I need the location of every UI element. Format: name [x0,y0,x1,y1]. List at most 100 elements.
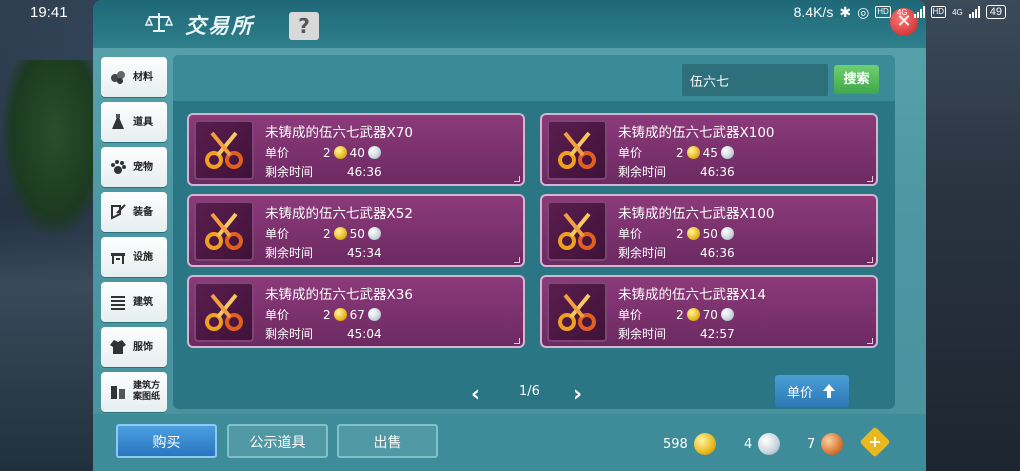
materials-icon [107,66,129,88]
time-row: 剩余时间 42:57 [618,325,735,342]
listing-area: 搜索 未铸成的伍六七武器X70 单价 2 40 剩余时间 46:36 未铸成的伍 [173,55,895,409]
signal-icon-2 [968,6,980,18]
sidebar-label-facility: 设施 [133,251,153,263]
scissors-icon [194,282,254,342]
corner-mark-icon [514,176,520,182]
price-gold: 2 [323,145,331,160]
scissors-icon [194,201,254,261]
item-name: 未铸成的伍六七武器X36 [265,287,413,303]
price-row: 单价 2 50 [618,225,734,242]
copper-amount: 7 [807,436,816,452]
battery-icon: 49 [985,5,1006,19]
corner-mark-icon [867,176,873,182]
sidebar-item-clothing[interactable]: 服饰 [101,327,167,367]
clothing-icon [107,336,129,358]
price-label: 单价 [265,146,290,160]
scissors-icon [194,120,254,180]
background-building [910,0,1020,471]
price-gold: 2 [676,226,684,241]
sidebar-item-blueprint[interactable]: 建筑方案图纸 [101,372,167,412]
listing-card[interactable]: 未铸成的伍六七武器X36 单价 2 67 剩余时间 45:04 [187,275,525,348]
time-row: 剩余时间 46:36 [618,244,735,261]
sidebar-item-materials[interactable]: 材料 [101,57,167,97]
silver-coin-icon [720,308,734,321]
paw-icon [107,156,129,178]
gold-balance: 598 [663,433,716,455]
gold-coin-icon [693,433,716,455]
sidebar-item-facility[interactable]: 设施 [101,237,167,277]
link-icon: ◎ [857,3,870,20]
tab-public-items[interactable]: 公示道具 [227,424,328,458]
gold-amount: 598 [663,436,688,452]
network-type-1: 4G [896,7,908,17]
price-gold: 2 [323,226,331,241]
listing-card[interactable]: 未铸成的伍六七武器X52 单价 2 50 剩余时间 45:34 [187,194,525,267]
silver-coin-icon [367,308,381,321]
sort-label: 单价 [786,385,813,401]
next-page-button[interactable]: › [573,382,582,407]
time-remaining: 46:36 [700,164,735,179]
item-name: 未铸成的伍六七武器X52 [265,206,413,222]
corner-mark-icon [514,338,520,344]
page-indicator: 1/6 [519,384,540,399]
silver-coin-icon [720,146,734,159]
gold-coin-icon [333,227,347,240]
sort-by-price-button[interactable]: 单价 [775,375,849,407]
prev-page-button[interactable]: ‹ [471,382,480,407]
time-remaining: 45:34 [347,245,382,260]
listing-card[interactable]: 未铸成的伍六七武器X100 单价 2 45 剩余时间 46:36 [540,113,878,186]
price-row: 单价 2 50 [265,225,381,242]
gold-coin-icon [333,308,347,321]
price-silver: 45 [702,145,718,160]
sidebar-label-equipment: 装备 [133,206,153,218]
search-button[interactable]: 搜索 [834,65,879,94]
bluetooth-icon: ✱ [839,3,852,20]
sort-arrow-icon [823,384,835,398]
price-silver: 40 [349,145,365,160]
time-label: 剩余时间 [618,246,667,260]
status-bar: 19:41 8.4K/s ✱ ◎ HD 4G HD 4G 49 [0,0,1020,24]
bottom-bar: 购买 公示道具 出售 598 4 7 + [93,414,926,471]
time-remaining: 45:04 [347,326,382,341]
time-label: 剩余时间 [265,246,314,260]
network-type-2: 4G [952,7,963,17]
plus-icon: + [868,432,882,451]
price-silver: 50 [702,226,718,241]
sidebar-label-clothing: 服饰 [133,341,153,353]
sidebar-item-props[interactable]: 道具 [101,102,167,142]
price-gold: 2 [323,307,331,322]
price-label: 单价 [265,227,290,241]
silver-coin-icon [367,227,381,240]
sidebar-label-building: 建筑 [133,296,153,308]
copper-coin-icon [821,433,844,455]
status-time: 19:41 [30,3,68,21]
price-gold: 2 [676,307,684,322]
price-silver: 67 [349,307,365,322]
price-row: 单价 2 45 [618,144,734,161]
corner-mark-icon [514,257,520,263]
search-input[interactable] [682,64,828,96]
sidebar-item-pets[interactable]: 宠物 [101,147,167,187]
listing-card[interactable]: 未铸成的伍六七武器X70 单价 2 40 剩余时间 46:36 [187,113,525,186]
sidebar-label-materials: 材料 [133,71,153,83]
add-currency-button[interactable]: + [859,426,891,458]
tab-buy[interactable]: 购买 [116,424,217,458]
sidebar-item-building[interactable]: 建筑 [101,282,167,322]
sidebar-item-equipment[interactable]: 装备 [101,192,167,232]
time-remaining: 42:57 [700,326,735,341]
item-name: 未铸成的伍六七武器X100 [618,125,775,141]
listing-card[interactable]: 未铸成的伍六七武器X14 单价 2 70 剩余时间 42:57 [540,275,878,348]
item-name: 未铸成的伍六七武器X14 [618,287,766,303]
status-indicators: 8.4K/s ✱ ◎ HD 4G HD 4G 49 [794,4,1006,21]
search-bar: 搜索 [173,55,895,101]
silver-balance: 4 [744,433,781,455]
gold-coin-icon [686,146,700,159]
copper-balance: 7 [807,433,844,455]
price-label: 单价 [618,227,643,241]
listing-card[interactable]: 未铸成的伍六七武器X100 单价 2 50 剩余时间 46:36 [540,194,878,267]
price-row: 单价 2 40 [265,144,381,161]
silver-amount: 4 [744,436,753,452]
sidebar-label-blueprint: 建筑方案图纸 [133,381,161,402]
silver-coin-icon [758,433,781,455]
tab-sell[interactable]: 出售 [337,424,438,458]
